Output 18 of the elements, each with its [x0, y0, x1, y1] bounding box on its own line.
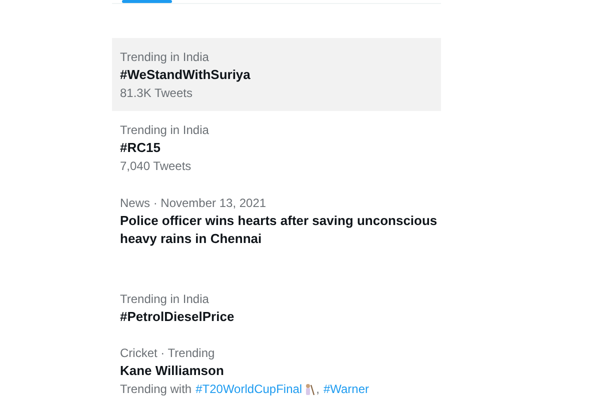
news-headline: heavy rains in Chennai — [120, 230, 263, 248]
trend-title: #WeStandWithSuriya — [120, 66, 252, 84]
news-headline: Police officer wins hearts after saving unconscious — [120, 212, 438, 230]
tweet-count: 81.3K Tweets — [120, 85, 194, 102]
trend-context: News · November 13, 2021 — [120, 195, 268, 212]
emoji-icon — [303, 383, 316, 396]
trend-title: #PetrolDieselPrice — [120, 308, 236, 326]
comma: , — [316, 381, 320, 398]
trend-context: Trending in India — [120, 49, 210, 66]
trend-title: Kane Williamson — [120, 362, 225, 380]
trend-title: #RC15 — [120, 139, 162, 157]
tab-indicator — [122, 0, 172, 3]
trend-context: Cricket · Trending — [120, 345, 216, 362]
tweet-count: 7,040 Tweets — [120, 158, 192, 175]
trend-context: Trending in India — [120, 122, 210, 139]
trend-context: Trending in India — [120, 291, 210, 308]
trending-with-label: Trending with — [120, 381, 192, 398]
trend-item[interactable]: Trending in India #WeStandWithSuriya 81.3K Tweets — [112, 38, 441, 111]
